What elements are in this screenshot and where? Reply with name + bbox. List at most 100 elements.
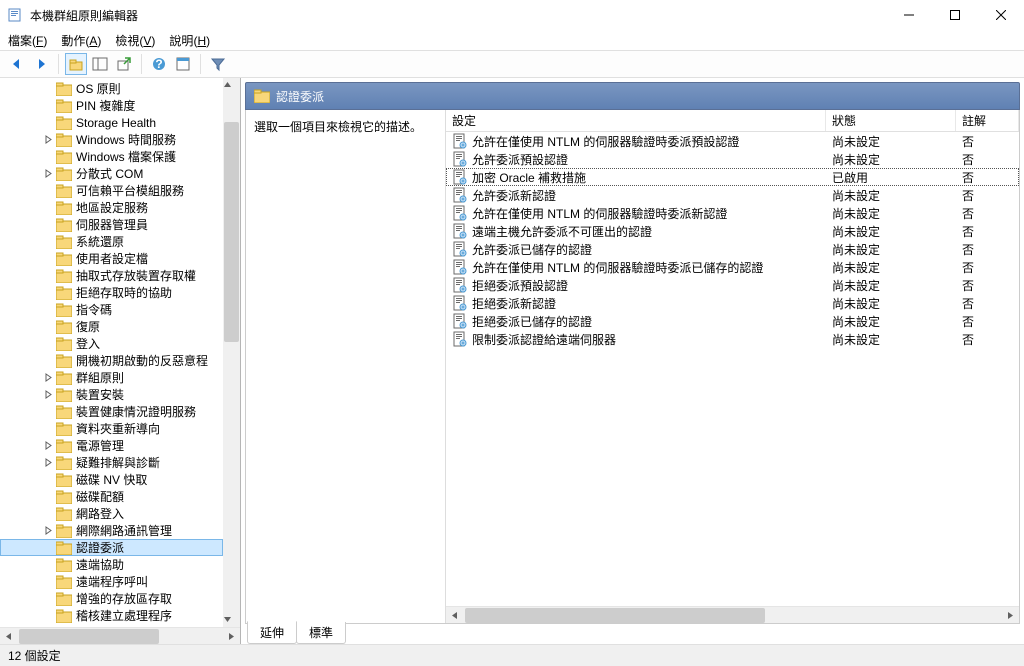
tree-item[interactable]: Windows 時間服務 [0,131,223,148]
folder-icon [56,235,72,249]
column-state[interactable]: 狀態 [826,110,956,131]
tree-item[interactable]: 復原 [0,318,223,335]
tree-item[interactable]: Windows 檔案保護 [0,148,223,165]
tree-item-label: 稽核建立處理程序 [76,607,172,624]
tree-item[interactable]: OS 原則 [0,80,223,97]
tree-vertical-scrollbar[interactable] [223,78,240,627]
folder-icon [56,184,72,198]
tree-item[interactable]: 裝置健康情況證明服務 [0,403,223,420]
tree-item[interactable]: 遠端協助 [0,556,223,573]
setting-row[interactable]: 加密 Oracle 補救措施已啟用否 [446,168,1019,186]
tab-standard[interactable]: 標準 [296,622,346,644]
menu-file[interactable]: 檔案(F) [8,32,47,49]
chevron-right-icon[interactable] [42,440,54,452]
tree-item[interactable]: 指令碼 [0,301,223,318]
folder-icon [56,218,72,232]
tree-item-label: Storage Health [76,116,156,130]
tree-item[interactable]: 抽取式存放裝置存取權 [0,267,223,284]
tree-item[interactable]: 稽核建立處理程序 [0,607,223,624]
menu-help[interactable]: 說明(H) [169,32,210,49]
tree-item[interactable]: Storage Health [0,114,223,131]
setting-row[interactable]: 允許委派新認證尚未設定否 [446,186,1019,204]
folder-icon [56,201,72,215]
tree-item[interactable]: 拒絕存取時的協助 [0,284,223,301]
folder-icon [56,116,72,130]
tree-item[interactable]: 地區設定服務 [0,199,223,216]
show-tree-button[interactable] [89,53,111,75]
list-header[interactable]: 設定 狀態 註解 [446,110,1019,132]
chevron-right-icon[interactable] [42,525,54,537]
tree-item[interactable]: 分散式 COM [0,165,223,182]
setting-state: 尚未設定 [826,295,956,312]
tree-item[interactable]: 裝置安裝 [0,386,223,403]
chevron-right-icon[interactable] [42,134,54,146]
tree-item[interactable]: 系統還原 [0,233,223,250]
setting-row[interactable]: 允許委派預設認證尚未設定否 [446,150,1019,168]
setting-row[interactable]: 拒絕委派預設認證尚未設定否 [446,276,1019,294]
tree-item-label: 裝置健康情況證明服務 [76,403,196,420]
tree-item[interactable]: 磁碟 NV 快取 [0,471,223,488]
tree-item-label: 遠端協助 [76,556,124,573]
tree-item[interactable]: 登入 [0,335,223,352]
list-horizontal-scrollbar[interactable] [446,606,1019,623]
minimize-button[interactable] [886,0,932,30]
tree-item[interactable]: 電源管理 [0,437,223,454]
setting-row[interactable]: 允許在僅使用 NTLM 的伺服器驗證時委派新認證尚未設定否 [446,204,1019,222]
tree-item[interactable]: 可信賴平台模組服務 [0,182,223,199]
folder-icon [56,286,72,300]
folder-icon [56,388,72,402]
back-button[interactable] [6,53,28,75]
tree-item[interactable]: 資料夾重新導向 [0,420,223,437]
setting-row[interactable]: 遠端主機允許委派不可匯出的認證尚未設定否 [446,222,1019,240]
menu-action[interactable]: 動作(A) [61,32,101,49]
chevron-right-icon[interactable] [42,457,54,469]
export-button[interactable] [113,53,135,75]
column-comment[interactable]: 註解 [956,110,1019,131]
tree-item[interactable]: 網路登入 [0,505,223,522]
tree-horizontal-scrollbar[interactable] [0,627,240,644]
help-button[interactable]: ? [148,53,170,75]
forward-button[interactable] [30,53,52,75]
properties-button[interactable] [172,53,194,75]
setting-row[interactable]: 允許在僅使用 NTLM 的伺服器驗證時委派已儲存的認證尚未設定否 [446,258,1019,276]
chevron-right-icon[interactable] [42,168,54,180]
tree-item[interactable]: 伺服器管理員 [0,216,223,233]
tree-item-label: 磁碟 NV 快取 [76,471,147,488]
tree-item[interactable]: 使用者設定檔 [0,250,223,267]
tree-item[interactable]: PIN 複雜度 [0,97,223,114]
chevron-right-icon[interactable] [42,372,54,384]
setting-comment: 否 [956,187,1019,204]
tree-item-label: 分散式 COM [76,165,143,182]
up-button[interactable] [65,53,87,75]
menu-view[interactable]: 檢視(V) [115,32,155,49]
setting-comment: 否 [956,331,1019,348]
setting-state: 尚未設定 [826,241,956,258]
settings-list[interactable]: 允許在僅使用 NTLM 的伺服器驗證時委派預設認證尚未設定否允許委派預設認證尚未… [446,132,1019,606]
tree-item[interactable]: 疑難排解與診斷 [0,454,223,471]
setting-state: 尚未設定 [826,331,956,348]
setting-row[interactable]: 允許委派已儲存的認證尚未設定否 [446,240,1019,258]
setting-name: 遠端主機允許委派不可匯出的認證 [472,223,652,240]
maximize-button[interactable] [932,0,978,30]
tree-item[interactable]: 認證委派 [0,539,223,556]
filter-button[interactable] [207,53,229,75]
setting-name: 允許在僅使用 NTLM 的伺服器驗證時委派預設認證 [472,133,739,150]
chevron-right-icon[interactable] [42,389,54,401]
setting-icon [452,169,468,185]
tree-item[interactable]: 增強的存放區存取 [0,590,223,607]
tree-item[interactable]: 網際網路通訊管理 [0,522,223,539]
setting-row[interactable]: 拒絕委派新認證尚未設定否 [446,294,1019,312]
tree-item-label: Windows 檔案保護 [76,148,176,165]
setting-row[interactable]: 限制委派認證給遠端伺服器尚未設定否 [446,330,1019,348]
tree[interactable]: OS 原則PIN 複雜度 Storage HealthWindows 時間服務Wi… [0,78,223,626]
tree-item[interactable]: 群組原則 [0,369,223,386]
tree-item[interactable]: 磁碟配額 [0,488,223,505]
close-button[interactable] [978,0,1024,30]
setting-row[interactable]: 允許在僅使用 NTLM 的伺服器驗證時委派預設認證尚未設定否 [446,132,1019,150]
column-setting[interactable]: 設定 [446,110,826,131]
tree-item[interactable]: 遠端程序呼叫 [0,573,223,590]
tree-item[interactable]: 開機初期啟動的反惡意程 [0,352,223,369]
tab-extended[interactable]: 延伸 [247,621,297,644]
view-tabs: 延伸 標準 [245,624,1020,644]
setting-row[interactable]: 拒絕委派已儲存的認證尚未設定否 [446,312,1019,330]
